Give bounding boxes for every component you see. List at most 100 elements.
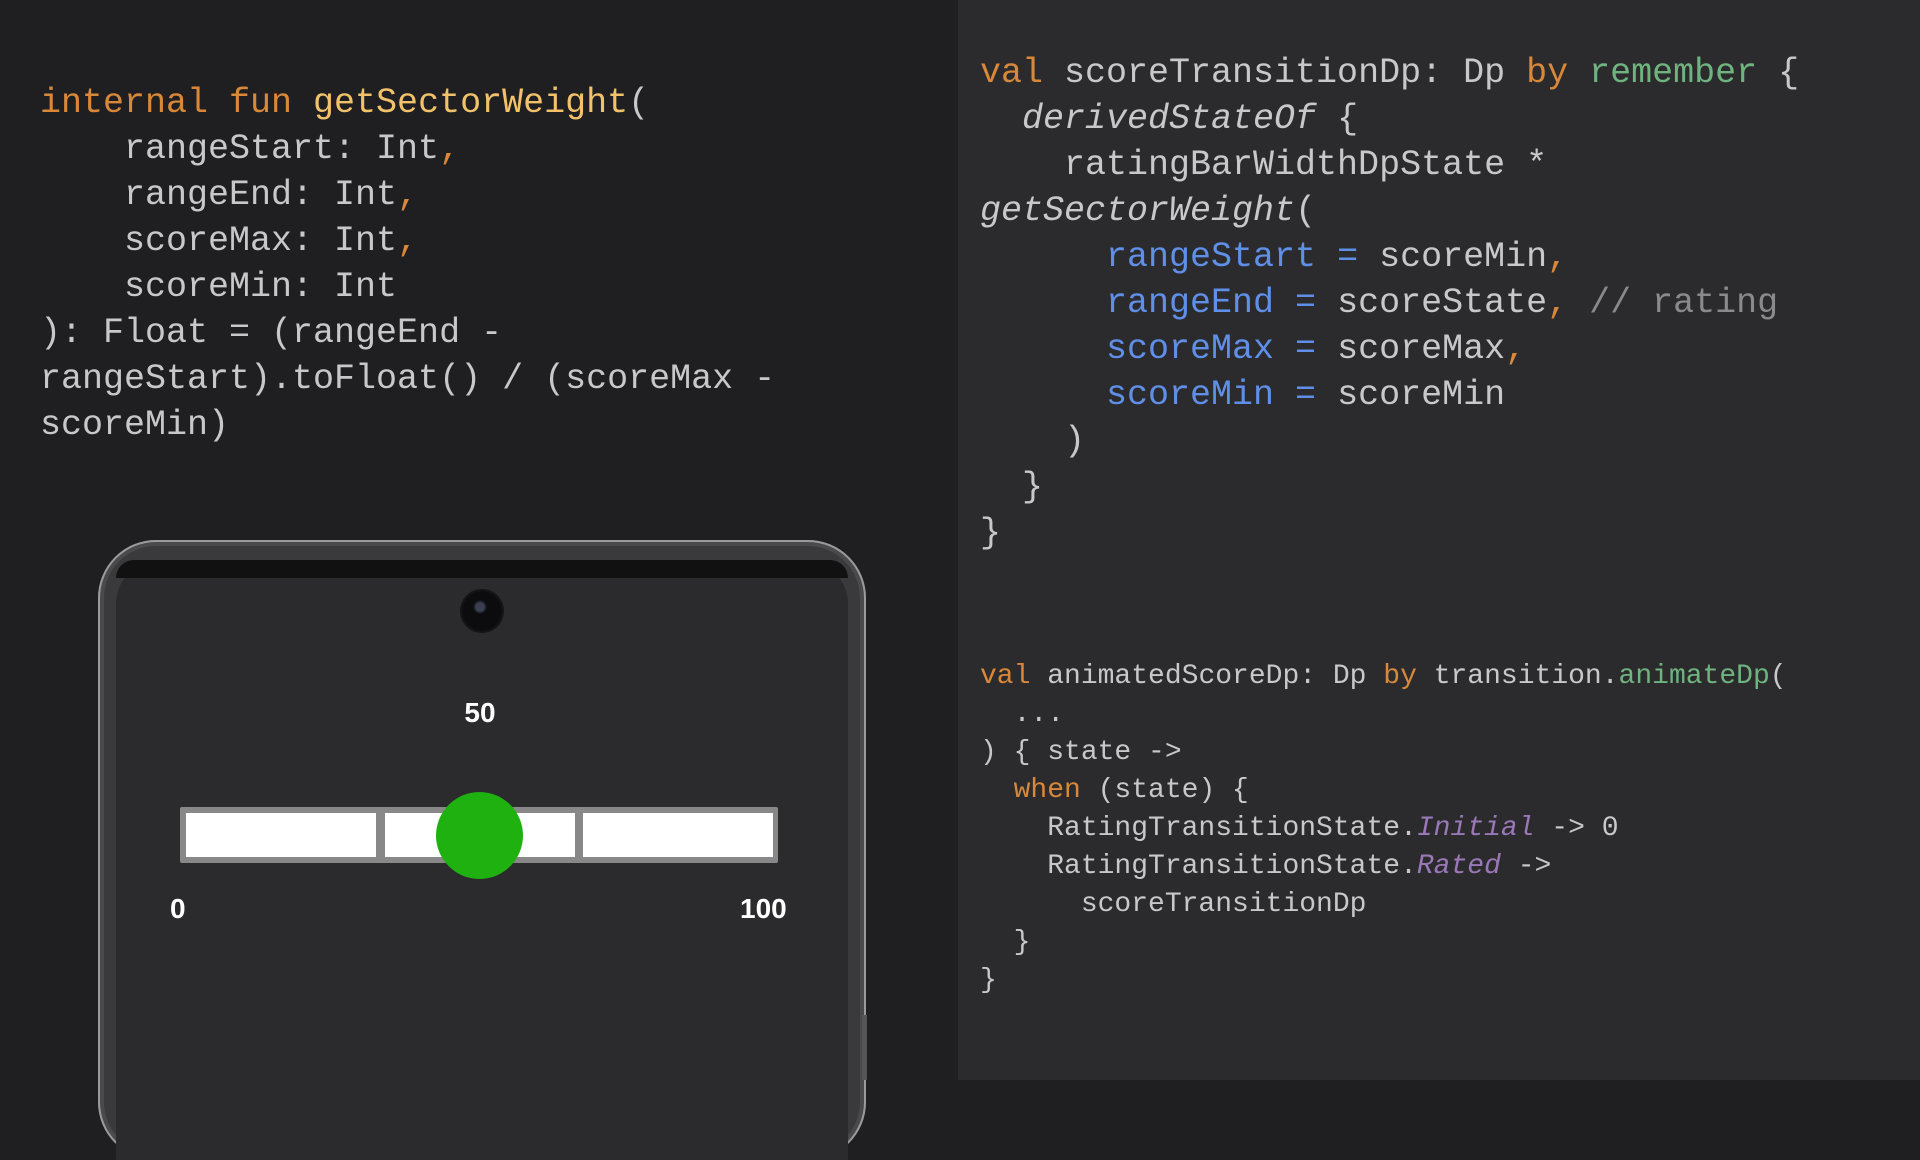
code-line: getSectorWeight( [980, 188, 1799, 234]
code-token: scoreTransitionDp [980, 889, 1367, 920]
code-block-score-transition: val scoreTransitionDp: Dp by remember { … [980, 50, 1799, 556]
code-line: RatingTransitionState.Rated -> [980, 848, 1787, 886]
phone-side-button [862, 1015, 867, 1080]
code-block-animated-score: val animatedScoreDp: Dp by transition.an… [980, 658, 1787, 1000]
code-token: by [1526, 53, 1590, 93]
code-line: internal fun getSectorWeight( [40, 80, 775, 126]
code-token: scoreTransitionDp: Dp [1064, 53, 1527, 93]
code-line: ) { state -> [980, 734, 1787, 772]
code-token: // rating [1589, 283, 1779, 323]
code-line: rangeStart = scoreMin, [980, 234, 1799, 280]
code-token: , [1547, 283, 1590, 323]
code-line: rangeStart).toFloat() / (scoreMax - [40, 356, 775, 402]
code-token: } [980, 965, 997, 996]
code-line: ... [980, 696, 1787, 734]
code-line: derivedStateOf { [980, 96, 1799, 142]
code-line: RatingTransitionState.Initial -> 0 [980, 810, 1787, 848]
code-line: } [980, 510, 1799, 556]
code-token: ratingBarWidthDpState * [980, 145, 1548, 185]
code-token: scoreMin: Int [40, 267, 398, 307]
max-score-label: 100 [740, 893, 787, 924]
code-line: scoreMax = scoreMax, [980, 326, 1799, 372]
code-token: , [1547, 237, 1569, 277]
code-token: } [980, 467, 1044, 507]
code-token: RatingTransitionState. [980, 851, 1417, 882]
code-token: { [1316, 99, 1359, 139]
code-token: ( [628, 83, 650, 123]
code-token: remember [1589, 53, 1758, 93]
code-token: rangeStart: Int [40, 129, 440, 169]
code-token: ( [1769, 661, 1787, 692]
code-token: -> [1500, 851, 1552, 882]
code-token: } [980, 513, 1002, 553]
code-token: ) { state -> [980, 737, 1182, 768]
code-token: scoreState [1337, 283, 1548, 323]
code-block-get-sector-weight: internal fun getSectorWeight( rangeStart… [40, 80, 775, 448]
code-token: internal fun [40, 83, 314, 123]
code-token: , [397, 221, 419, 261]
code-token: ) [980, 421, 1086, 461]
code-token: -> 0 [1534, 813, 1619, 844]
code-token: ( [1295, 191, 1317, 231]
code-line: rangeEnd: Int, [40, 172, 775, 218]
code-token: transition. [1433, 661, 1619, 692]
code-token: scoreMin [1379, 237, 1548, 277]
code-line: when (state) { [980, 772, 1787, 810]
code-line: val scoreTransitionDp: Dp by remember { [980, 50, 1799, 96]
code-line: } [980, 962, 1787, 1000]
code-token: Initial [1416, 813, 1535, 844]
code-token: , [397, 175, 419, 215]
code-token: val [980, 53, 1065, 93]
code-line: val animatedScoreDp: Dp by transition.an… [980, 658, 1787, 696]
phone-status-bar [116, 560, 848, 578]
code-token: rangeEnd = [1106, 283, 1338, 323]
code-line: scoreTransitionDp [980, 886, 1787, 924]
rating-bar-segment [186, 813, 376, 857]
code-line: ): Float = (rangeEnd - [40, 310, 775, 356]
code-token: scoreMin) [40, 405, 230, 445]
code-token: { [1757, 53, 1800, 93]
code-line: scoreMax: Int, [40, 218, 775, 264]
code-line: rangeEnd = scoreState, // rating [980, 280, 1799, 326]
code-token: rangeEnd: Int [40, 175, 398, 215]
code-token: rangeStart).toFloat() / (scoreMax - [40, 359, 776, 399]
code-line: ratingBarWidthDpState * [980, 142, 1799, 188]
code-token: scoreMin = [1106, 375, 1338, 415]
rating-thumb[interactable] [435, 792, 523, 879]
code-token: Rated [1416, 851, 1501, 882]
code-token: val [980, 661, 1048, 692]
code-token: scoreMax [1337, 329, 1506, 369]
code-token: getSectorWeight [980, 191, 1296, 231]
code-line: scoreMin) [40, 402, 775, 448]
code-token: when [1013, 775, 1081, 806]
code-token: derivedStateOf [1022, 99, 1317, 139]
code-token: (state) { [1080, 775, 1249, 806]
code-token: scoreMax: Int [40, 221, 398, 261]
code-token: , [1505, 329, 1527, 369]
code-token: ... [980, 699, 1065, 730]
code-line: } [980, 924, 1787, 962]
code-token: getSectorWeight [313, 83, 629, 123]
code-token: , [439, 129, 461, 169]
code-token: RatingTransitionState. [980, 813, 1417, 844]
code-line: ) [980, 418, 1799, 464]
code-token: animatedScoreDp: Dp [1047, 661, 1384, 692]
code-token: rangeStart = [1106, 237, 1380, 277]
code-line: } [980, 464, 1799, 510]
rating-bar-segment [583, 813, 773, 857]
code-token: } [980, 927, 1031, 958]
code-token: ): Float = (rangeEnd - [40, 313, 503, 353]
code-line: scoreMin: Int [40, 264, 775, 310]
code-token: by [1383, 661, 1434, 692]
code-line: scoreMin = scoreMin [980, 372, 1799, 418]
code-line: rangeStart: Int, [40, 126, 775, 172]
score-value-label: 50 [464, 697, 496, 728]
code-token: scoreMin [1337, 375, 1506, 415]
camera-icon [462, 591, 502, 631]
